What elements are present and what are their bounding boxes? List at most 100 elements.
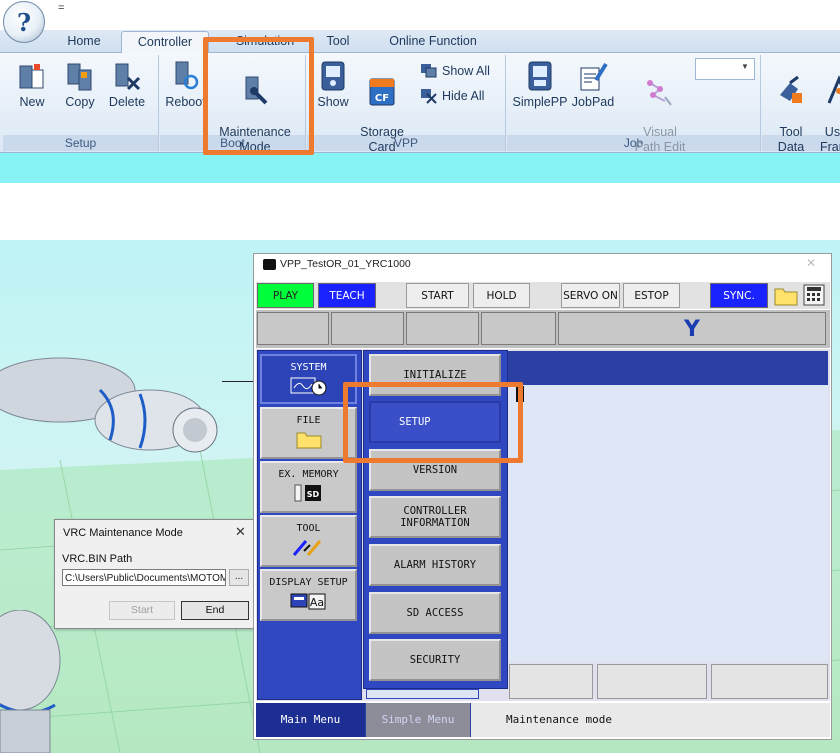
show-all-button[interactable]: Show All	[420, 63, 490, 79]
jobpad-button[interactable]: JobPad	[570, 60, 616, 110]
svg-text:Aa: Aa	[309, 596, 323, 609]
user-frame-icon	[827, 75, 840, 104]
visual-path-edit-label: Visual Path Edit	[634, 125, 686, 154]
tool-data-icon	[780, 75, 802, 103]
tool-data-label: Tool Data	[777, 125, 805, 154]
main-menu-ex-memory[interactable]: EX. MEMORY SD	[260, 461, 357, 513]
copy-button[interactable]: Copy	[60, 60, 100, 110]
visual-path-edit-icon	[647, 80, 672, 106]
vrc-maintenance-mode-dialog: VRC Maintenance Mode ✕ VRC.BIN Path C:\U…	[54, 519, 259, 629]
status-cell	[331, 312, 404, 345]
new-button[interactable]: New	[13, 60, 51, 110]
content-body	[505, 385, 828, 662]
sub-menu-controller-information[interactable]: CONTROLLER INFORMATION	[369, 496, 501, 538]
bottom-cell	[509, 664, 593, 699]
svg-text:CF: CF	[375, 93, 389, 104]
play-mode-button[interactable]: PLAY	[257, 283, 314, 308]
robot-base-model[interactable]	[0, 610, 80, 753]
show-all-label: Show All	[442, 64, 490, 78]
bottom-cell	[711, 664, 828, 699]
vrc-dialog-title: VRC Maintenance Mode	[63, 527, 183, 539]
folder-icon[interactable]	[774, 284, 798, 306]
document-area-strip	[0, 153, 840, 183]
simplepp-icon	[528, 61, 552, 91]
vrc-path-input[interactable]: C:\Users\Public\Documents\MOTOMAN	[62, 569, 226, 586]
tab-online-function[interactable]: Online Function	[378, 31, 488, 52]
simple-menu-button[interactable]: Simple Menu	[366, 703, 470, 737]
sub-menu-sd-access[interactable]: SD ACCESS	[369, 592, 501, 634]
delete-controller-icon	[115, 63, 141, 91]
sd-card-icon: SD	[294, 484, 321, 502]
main-menu-display-setup[interactable]: DISPLAY SETUP Aa	[260, 569, 357, 621]
hide-all-icon	[421, 89, 437, 104]
tool-wrench-icon	[292, 540, 321, 556]
copy-controller-icon	[67, 63, 92, 91]
delete-label: Delete	[108, 95, 146, 109]
start-button[interactable]: Start	[109, 601, 175, 620]
teach-mode-button[interactable]: TEACH	[318, 283, 376, 308]
start-button[interactable]: START	[406, 283, 469, 308]
reboot-label: Reboot	[165, 95, 206, 109]
robot-arm-model[interactable]	[0, 350, 260, 470]
reboot-icon	[175, 61, 198, 90]
show-button[interactable]: Show	[313, 60, 353, 110]
tab-tool[interactable]: Tool	[318, 31, 358, 52]
reboot-button[interactable]: Reboot	[163, 60, 208, 110]
new-controller-icon	[19, 64, 44, 89]
ribbon-title-area	[0, 0, 840, 30]
tool-data-button[interactable]: Tool Data	[770, 60, 812, 155]
main-menu-tool-label: TOOL	[296, 523, 321, 534]
status-cell	[406, 312, 479, 345]
yaskawa-logo-cell: Y	[558, 312, 826, 345]
pendant-window-title: VPP_TestOR_01_YRC1000	[280, 258, 411, 270]
copy-label: Copy	[65, 95, 95, 109]
browse-button[interactable]: ...	[229, 569, 249, 586]
system-clock-icon	[290, 377, 326, 396]
jobpad-icon	[580, 62, 608, 91]
help-question-icon: ?	[16, 7, 32, 37]
status-cell	[481, 312, 556, 345]
tab-home[interactable]: Home	[60, 31, 108, 52]
storage-card-button[interactable]: CF Storage Card	[356, 60, 408, 155]
sub-menu-security[interactable]: SECURITY	[369, 639, 501, 681]
status-cell	[257, 312, 329, 345]
simplepp-button[interactable]: SimplePP	[512, 60, 568, 110]
hold-button[interactable]: HOLD	[473, 283, 530, 308]
mode-status-text: Maintenance mode	[471, 703, 830, 737]
hide-all-button[interactable]: Hide All	[420, 88, 484, 104]
servo-on-button[interactable]: SERVO ON	[561, 283, 620, 308]
simplepp-label: SimplePP	[512, 95, 568, 109]
main-menu-button[interactable]: Main Menu	[256, 703, 365, 737]
vrc-path-label: VRC.BIN Path	[62, 553, 133, 565]
keypad-icon[interactable]	[802, 284, 826, 306]
application-menu-button[interactable]: ?	[3, 1, 45, 43]
close-icon[interactable]: ✕	[235, 524, 246, 540]
group-label-setup: Setup	[3, 135, 158, 151]
estop-button[interactable]: ESTOP	[623, 283, 680, 308]
main-menu-file-label: FILE	[296, 415, 321, 426]
content-title-bar	[505, 351, 828, 385]
close-icon[interactable]: ✕	[806, 256, 816, 270]
visual-path-edit-button[interactable]: Visual Path Edit	[624, 60, 696, 155]
main-menu-ex-memory-label: EX. MEMORY	[278, 469, 339, 480]
user-frame-button[interactable]: User Frame	[818, 60, 840, 155]
quick-access-toolbar-menu[interactable]: =	[58, 2, 64, 14]
user-frame-label: User Frame	[819, 125, 840, 154]
show-label: Show	[317, 95, 349, 109]
end-button[interactable]: End	[181, 601, 249, 620]
sync-button[interactable]: SYNC.	[710, 283, 768, 308]
tab-controller[interactable]: Controller	[121, 31, 209, 53]
sub-menu-alarm-history[interactable]: ALARM HISTORY	[369, 544, 501, 586]
jobpad-label: JobPad	[571, 95, 615, 109]
display-setup-icon: Aa	[290, 593, 325, 610]
folder-icon	[296, 432, 321, 449]
svg-text:SD: SD	[306, 490, 319, 499]
main-menu-tool[interactable]: TOOL	[260, 515, 357, 567]
new-label: New	[19, 95, 45, 109]
highlight-maintenance-mode	[203, 37, 314, 155]
hide-all-label: Hide All	[442, 89, 485, 103]
chevron-down-icon: ▼	[741, 62, 749, 71]
input-line	[366, 689, 479, 699]
delete-button[interactable]: Delete	[105, 60, 149, 110]
storage-card-icon: CF	[369, 78, 395, 106]
